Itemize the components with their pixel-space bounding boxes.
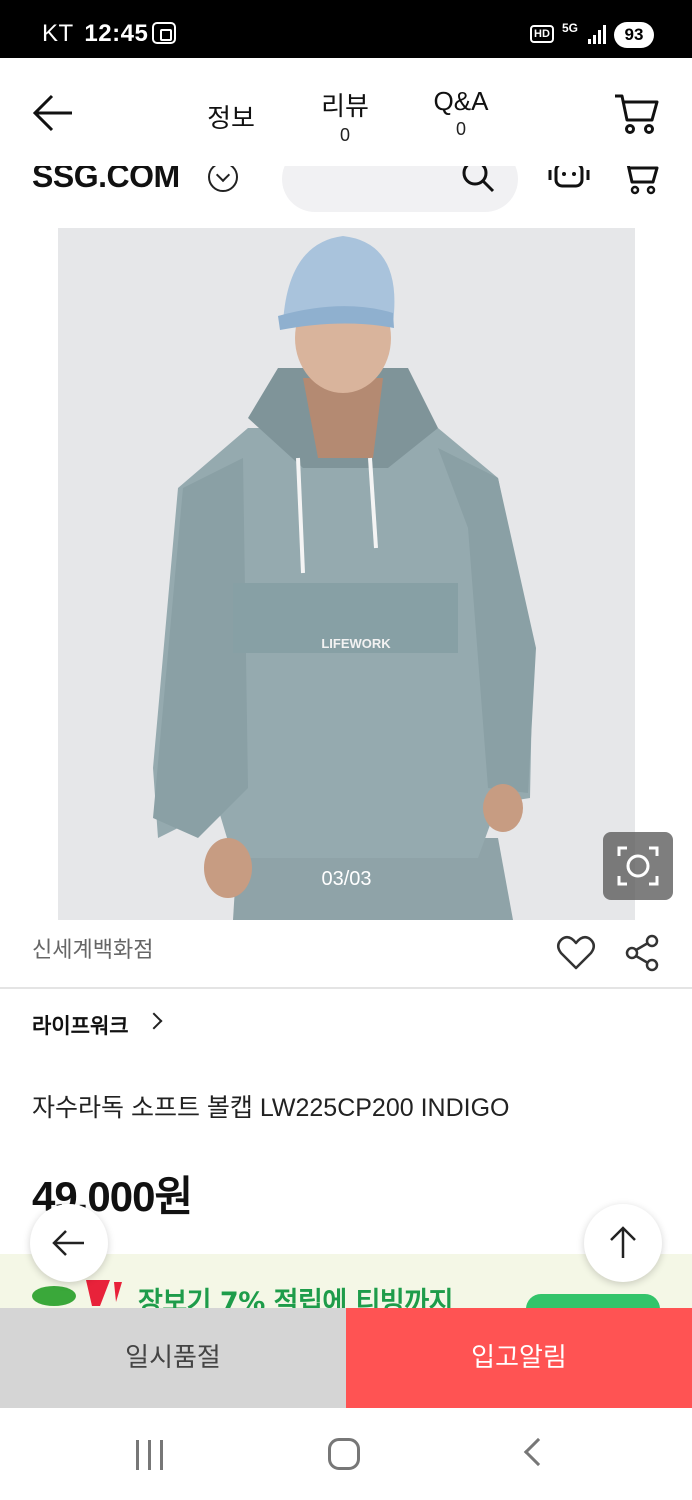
store-name[interactable]: 신세계백화점 [32,932,153,964]
cart-icon[interactable] [612,92,660,136]
arrow-up-icon [610,1226,636,1258]
soldout-button[interactable]: 일시품절 [0,1308,346,1408]
image-counter: 03/03 [321,868,372,890]
promo-pill-button[interactable] [526,1294,660,1308]
lens-icon[interactable] [603,832,673,900]
promo-logo-icon [30,1278,126,1308]
battery-level: 93 [614,22,654,48]
carrier-label: KT [42,20,74,47]
chevron-down-icon[interactable] [208,166,238,192]
hd-voice-icon: HD [530,25,554,43]
tab-review[interactable]: 리뷰 0 [310,86,380,146]
history-back-button[interactable] [30,1204,108,1282]
status-bar: KT 12:45 HD 5G 93 [0,0,692,58]
tab-info[interactable]: 정보 [196,98,266,135]
screen-record-icon [152,22,176,44]
signal-icon [588,24,608,44]
heart-icon[interactable] [556,934,596,972]
ssg-logo[interactable]: SSG.COM [32,166,180,195]
recent-apps-icon[interactable] [134,1440,166,1470]
promo-text: 장보기 7% 적립에 티빙까지 [138,1287,453,1308]
restock-alert-button[interactable]: 입고알림 [346,1308,692,1408]
tab-qna-label: Q&A [433,86,489,116]
divider [0,987,692,989]
search-icon[interactable] [460,166,496,194]
product-name: 자수라독 소프트 볼캡 LW225CP200 INDIGO [32,1094,510,1122]
product-photo: LIFEWORK [58,228,635,920]
clock: 12:45 [84,20,149,47]
top-app-bar: 정보 리뷰 0 Q&A 0 [0,58,692,166]
tab-info-label: 정보 [207,103,255,133]
scroll-top-button[interactable] [584,1204,662,1282]
system-nav-bar [0,1408,692,1500]
chevron-right-icon[interactable] [145,1012,163,1030]
home-icon[interactable] [328,1438,360,1470]
product-image[interactable]: LIFEWORK 03/03 [58,228,635,920]
back-arrow-icon[interactable] [28,88,78,138]
network-type-label: 5G [562,21,579,35]
chatbot-icon[interactable] [546,166,592,196]
brand-link[interactable]: 라이프워크 [32,1010,129,1040]
ssg-header: SSG.COM [0,166,692,226]
tab-review-label: 리뷰 [321,91,369,121]
cart-icon[interactable] [620,166,660,196]
jacket-print-text: LIFEWORK [321,636,391,651]
system-back-icon[interactable] [523,1437,553,1467]
tab-review-count: 0 [339,125,350,145]
tab-qna-count: 0 [455,119,466,139]
share-icon[interactable] [624,934,660,972]
tab-qna[interactable]: Q&A 0 [420,86,502,140]
back-arrow-icon [52,1230,84,1256]
